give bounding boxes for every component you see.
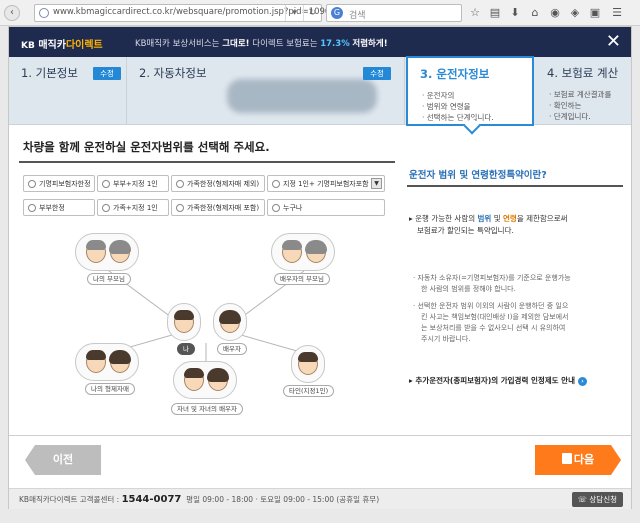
option-anyone[interactable]: 누구나 — [267, 199, 385, 216]
person-icon — [86, 350, 106, 373]
divider — [407, 185, 623, 187]
dialog-footer: KB매직카다이렉트 고객콜센터 : 1544-0077 평일 09:00 - 1… — [9, 488, 631, 509]
step-basic-info[interactable]: 1. 기본정보 수정 — [9, 57, 127, 125]
prev-button[interactable]: 이전 — [25, 445, 101, 475]
siblings-group — [75, 343, 139, 381]
option-couple-plus-one[interactable]: 부부+지정 1인 — [97, 175, 169, 192]
blurred-car-name — [227, 79, 377, 113]
reload-icon[interactable]: ↻ — [303, 5, 321, 21]
radio-icon[interactable] — [176, 204, 184, 212]
radio-icon[interactable] — [102, 180, 110, 188]
person-icon — [174, 310, 194, 333]
step-car-info[interactable]: 2. 자동차정보 수정 — [127, 57, 405, 125]
step-premium: 4. 보험료 계산 · 보험료 계산결과를 · 확인하는 · 단계입니다. — [547, 66, 619, 121]
star-icon[interactable]: ☆ — [468, 6, 482, 20]
step3-desc: · 운전자의 · 범위와 연령을 · 선택하는 단계입니다. — [422, 91, 494, 122]
brand-logo: KB 매직카다이렉트 — [21, 40, 103, 51]
info-note-1: · 자동차 소유자(=기명피보험자)를 기준으로 운행가능 한 사람의 범위를 … — [413, 274, 571, 293]
call-center-info: KB매직카다이렉트 고객콜센터 : 1544-0077 평일 09:00 - 1… — [19, 494, 380, 505]
reading-list-icon[interactable]: ▤ — [488, 6, 502, 20]
download-icon[interactable]: ⬇ — [508, 6, 522, 20]
globe-icon — [39, 8, 49, 18]
option-named-insured[interactable]: 기명피보험자한정 — [23, 175, 95, 192]
option-couple-only[interactable]: 부부한정 — [23, 199, 95, 216]
close-icon[interactable]: ✕ — [606, 32, 621, 52]
radio-icon[interactable] — [272, 180, 280, 188]
spouse-group — [213, 303, 247, 341]
option-family-plus-one[interactable]: 가족+지정 1인 — [97, 199, 169, 216]
dialog-header: KB 매직카다이렉트 KB매직카 보상서비스는 그대로! 다이렉트 보험료는 1… — [9, 27, 631, 57]
extension-icon[interactable]: ▣ — [588, 6, 602, 20]
dropdown-icon[interactable]: ▾ — [285, 5, 303, 21]
grandfather-icon — [86, 240, 106, 263]
person-icon — [109, 350, 131, 373]
step4-desc: · 보험료 계산결과를 · 확인하는 · 단계입니다. — [549, 90, 612, 121]
menu-icon[interactable]: ☰ — [610, 6, 624, 20]
spouse-parents-label: 배우자의 부모님 — [274, 273, 330, 285]
arrow-right-icon: › — [577, 376, 587, 386]
option-designated-one[interactable]: 지정 1인+ 기명피보험자포함 ▼ — [267, 175, 385, 192]
parents-group — [75, 233, 139, 271]
person-icon — [184, 368, 204, 391]
driver-range-diagram: 나의 부모님 배우자의 부모님 나 배우자 나의 형제자매 자녀 및 자녀의 배… — [49, 233, 369, 423]
other-group — [291, 345, 325, 383]
option-family-excl-siblings[interactable]: 가족한정(형제자매 제외) — [171, 175, 265, 192]
grandmother-icon — [109, 240, 131, 263]
browser-toolbar: ‹ www.kbmagiccardirect.co.kr/websquare/p… — [0, 0, 640, 26]
promo-message: KB매직카 보상서비스는 그대로! 다이렉트 보험료는 17.3% 저렴하게! — [135, 39, 388, 49]
grandmother-icon — [305, 240, 327, 263]
me-group — [167, 303, 201, 341]
calculator-icon — [562, 453, 572, 464]
edit-basic-button[interactable]: 수정 — [93, 67, 121, 80]
parents-label: 나의 부모님 — [87, 273, 131, 285]
me-label: 나 — [177, 343, 195, 355]
children-group — [173, 361, 237, 399]
spouse-parents-group — [271, 233, 335, 271]
next-button[interactable]: 다음 — [535, 445, 621, 475]
option-family-incl-siblings[interactable]: 가족한정(형제자매 포함) — [171, 199, 265, 216]
search-engine-icon: G — [331, 7, 343, 19]
grandfather-icon — [282, 240, 302, 263]
dropdown-icon[interactable]: ▼ — [371, 178, 382, 189]
info-note-2: · 선택한 운전자 범위 이외의 사람이 운행하던 중 일으 킨 사고는 책임보… — [413, 302, 569, 343]
info-title: 운전자 범위 및 연령한정특약이란? — [409, 170, 547, 181]
radio-icon[interactable] — [28, 204, 36, 212]
shield-icon[interactable]: ◈ — [568, 6, 582, 20]
divider — [19, 161, 395, 163]
person-icon — [219, 310, 241, 333]
radio-icon[interactable] — [272, 204, 280, 212]
step-progress: 1. 기본정보 수정 2. 자동차정보 수정 3. 운전자정보 · 운전자의 ·… — [9, 56, 631, 135]
search-placeholder: 검색 — [349, 11, 366, 21]
divider — [9, 435, 631, 436]
step-driver-info: 3. 운전자정보 · 운전자의 · 범위와 연령을 · 선택하는 단계입니다. — [406, 56, 534, 135]
extra-driver-link[interactable]: ▸ 추가운전자(종피보험자)의 가입경력 인정제도 안내 › — [409, 375, 587, 386]
children-label: 자녀 및 자녀의 배우자 — [171, 403, 244, 415]
chat-icon[interactable]: ◉ — [548, 6, 562, 20]
search-input[interactable]: G 검색 — [326, 4, 462, 22]
radio-icon[interactable] — [102, 204, 110, 212]
other-label: 타인(지정1인) — [283, 385, 335, 397]
page-title: 차량을 함께 운전하실 운전자범위를 선택해 주세요. — [23, 140, 270, 154]
person-icon — [207, 368, 229, 391]
back-icon[interactable]: ‹ — [4, 5, 20, 21]
spouse-label: 배우자 — [217, 343, 247, 355]
insurance-dialog: KB 매직카다이렉트 KB매직카 보상서비스는 그대로! 다이렉트 보험료는 1… — [8, 26, 632, 509]
info-lead: ▸ 운행 가능한 사람의 범위 및 연령을 제한함으로써 보험료가 할인되는 특… — [409, 214, 568, 235]
url-bar[interactable]: www.kbmagiccardirect.co.kr/websquare/pro… — [34, 4, 341, 22]
person-icon — [298, 352, 318, 375]
consult-button[interactable]: ☏ 상담신청 — [571, 492, 623, 507]
radio-icon[interactable] — [28, 180, 36, 188]
radio-icon[interactable] — [176, 180, 184, 188]
siblings-label: 나의 형제자매 — [85, 383, 135, 395]
edit-car-button[interactable]: 수정 — [363, 67, 391, 80]
home-icon[interactable]: ⌂ — [528, 6, 542, 20]
